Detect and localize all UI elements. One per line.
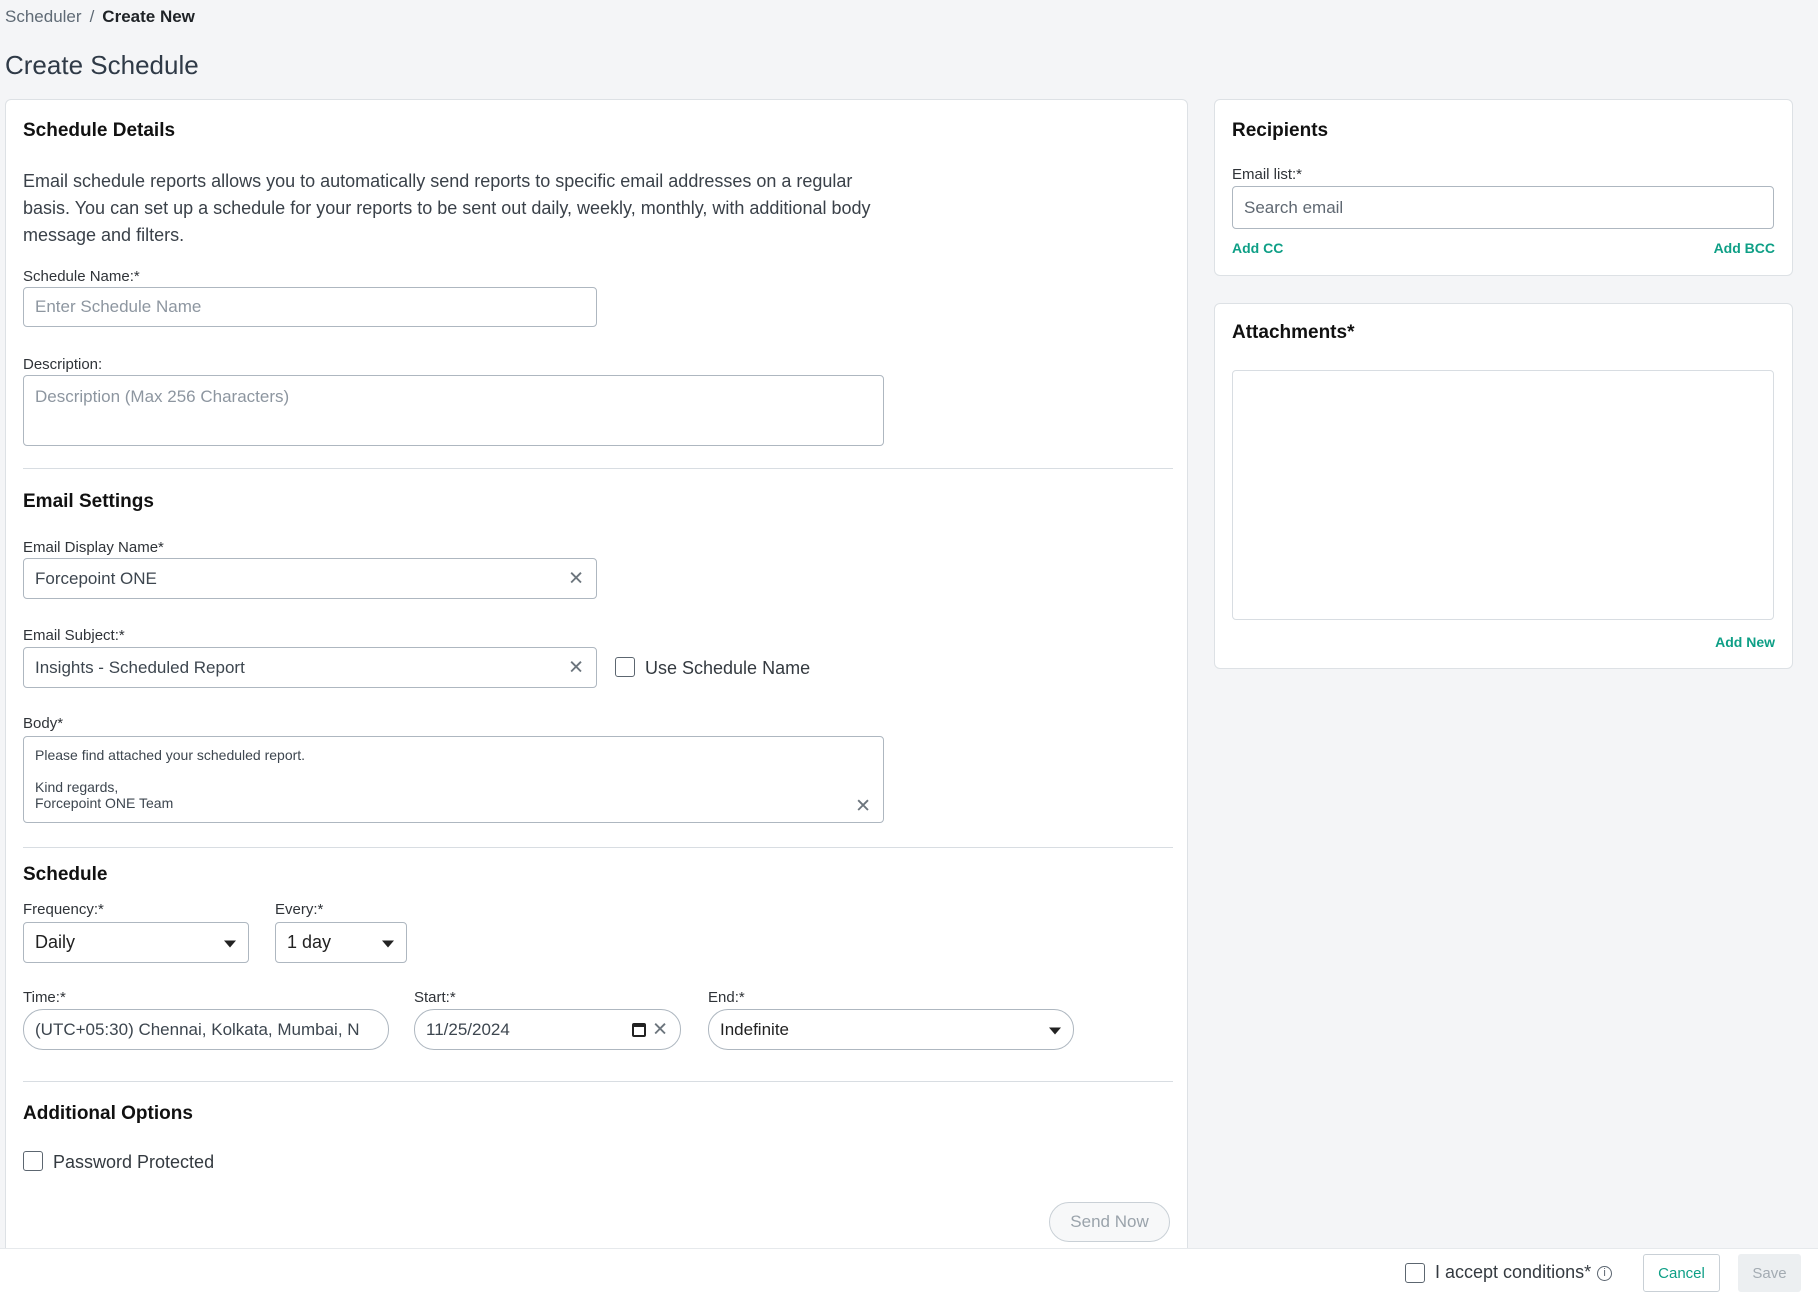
chevron-down-icon bbox=[1049, 1027, 1061, 1035]
description-placeholder: Description (Max 256 Characters) bbox=[35, 387, 290, 406]
accept-conditions-text: I accept conditions* bbox=[1435, 1262, 1592, 1282]
breadcrumb-scheduler-link[interactable]: Scheduler bbox=[5, 7, 82, 26]
frequency-value: Daily bbox=[35, 932, 76, 952]
every-label: Every:* bbox=[275, 901, 324, 918]
clear-icon[interactable]: ✕ bbox=[568, 658, 584, 677]
start-date-value: 11/25/2024 bbox=[426, 1019, 510, 1039]
schedule-name-placeholder: Enter Schedule Name bbox=[35, 297, 202, 316]
email-display-name-value: Forcepoint ONE bbox=[35, 568, 157, 588]
body-line: Kind regards, bbox=[35, 779, 119, 795]
accept-conditions-label: I accept conditions* i bbox=[1435, 1262, 1613, 1283]
attachments-heading: Attachments* bbox=[1232, 322, 1355, 343]
description-label: Description: bbox=[23, 356, 103, 373]
add-cc-link[interactable]: Add CC bbox=[1232, 240, 1283, 256]
recipients-heading: Recipients bbox=[1232, 120, 1329, 141]
time-value: (UTC+05:30) Chennai, Kolkata, Mumbai, Ne… bbox=[35, 1019, 360, 1039]
schedule-name-input[interactable]: Enter Schedule Name bbox=[23, 287, 597, 327]
body-line: Forcepoint ONE Team bbox=[35, 795, 174, 811]
password-protected-checkbox[interactable] bbox=[23, 1151, 43, 1171]
page-title: Create Schedule bbox=[5, 50, 199, 80]
attachments-card: Attachments* Add New bbox=[1214, 303, 1793, 669]
body-textarea[interactable]: Please find attached your scheduled repo… bbox=[23, 736, 884, 823]
search-email-input[interactable]: Search email bbox=[1232, 186, 1774, 229]
start-label: Start:* bbox=[414, 989, 456, 1006]
body-line: Please find attached your scheduled repo… bbox=[35, 747, 306, 763]
cancel-button[interactable]: Cancel bbox=[1643, 1254, 1720, 1292]
search-email-placeholder: Search email bbox=[1244, 197, 1344, 217]
every-select[interactable]: 1 day bbox=[275, 922, 407, 963]
time-select[interactable]: (UTC+05:30) Chennai, Kolkata, Mumbai, Ne… bbox=[23, 1009, 389, 1050]
save-button[interactable]: Save bbox=[1738, 1254, 1801, 1292]
frequency-select[interactable]: Daily bbox=[23, 922, 249, 963]
body-label: Body* bbox=[23, 715, 64, 732]
email-display-name-label: Email Display Name* bbox=[23, 539, 164, 556]
recipients-card: Recipients Email list:* Search email Add… bbox=[1214, 99, 1793, 276]
clear-icon[interactable]: ✕ bbox=[855, 797, 871, 816]
end-select[interactable]: Indefinite bbox=[708, 1009, 1074, 1050]
breadcrumb-current: Create New bbox=[102, 7, 195, 26]
breadcrumb: Scheduler / Create New bbox=[5, 7, 195, 27]
email-display-name-input[interactable]: Forcepoint ONE ✕ bbox=[23, 558, 597, 599]
chevron-down-icon bbox=[224, 940, 236, 948]
start-date-input[interactable]: 11/25/2024 ✕ bbox=[414, 1009, 681, 1050]
section-divider bbox=[23, 468, 1173, 469]
section-divider bbox=[23, 847, 1173, 848]
send-now-button[interactable]: Send Now bbox=[1049, 1202, 1170, 1242]
time-label: Time:* bbox=[23, 989, 66, 1006]
description-textarea[interactable]: Description (Max 256 Characters) bbox=[23, 375, 884, 446]
breadcrumb-separator: / bbox=[89, 7, 95, 26]
frequency-label: Frequency:* bbox=[23, 901, 104, 918]
every-value: 1 day bbox=[287, 932, 332, 952]
use-schedule-name-label: Use Schedule Name bbox=[645, 658, 811, 678]
email-list-label: Email list:* bbox=[1232, 166, 1303, 183]
end-value: Indefinite bbox=[720, 1019, 789, 1039]
email-subject-value: Insights - Scheduled Report bbox=[35, 657, 245, 677]
calendar-icon[interactable] bbox=[632, 1022, 646, 1037]
schedule-form-card: Schedule Details Email schedule reports … bbox=[5, 99, 1188, 1259]
clear-icon[interactable]: ✕ bbox=[568, 569, 584, 588]
clear-icon[interactable]: ✕ bbox=[652, 1020, 668, 1039]
use-schedule-name-checkbox[interactable] bbox=[615, 657, 635, 677]
schedule-description-text: Email schedule reports allows you to aut… bbox=[23, 171, 871, 245]
attachments-list bbox=[1232, 370, 1774, 620]
add-bcc-link[interactable]: Add BCC bbox=[1714, 240, 1775, 256]
additional-options-heading: Additional Options bbox=[23, 1103, 193, 1124]
end-label: End:* bbox=[708, 989, 745, 1006]
schedule-name-label: Schedule Name:* bbox=[23, 268, 140, 285]
add-new-attachment-link[interactable]: Add New bbox=[1715, 634, 1775, 650]
schedule-details-heading: Schedule Details bbox=[23, 120, 176, 141]
email-settings-heading: Email Settings bbox=[23, 491, 154, 512]
accept-conditions-checkbox[interactable] bbox=[1405, 1263, 1425, 1283]
info-icon[interactable]: i bbox=[1597, 1265, 1613, 1281]
email-subject-input[interactable]: Insights - Scheduled Report ✕ bbox=[23, 647, 597, 688]
email-subject-label: Email Subject:* bbox=[23, 627, 125, 644]
section-divider bbox=[23, 1081, 1173, 1082]
password-protected-label: Password Protected bbox=[53, 1152, 215, 1172]
body-blank-line bbox=[35, 763, 872, 779]
schedule-heading: Schedule bbox=[23, 864, 108, 885]
chevron-down-icon bbox=[382, 940, 394, 948]
